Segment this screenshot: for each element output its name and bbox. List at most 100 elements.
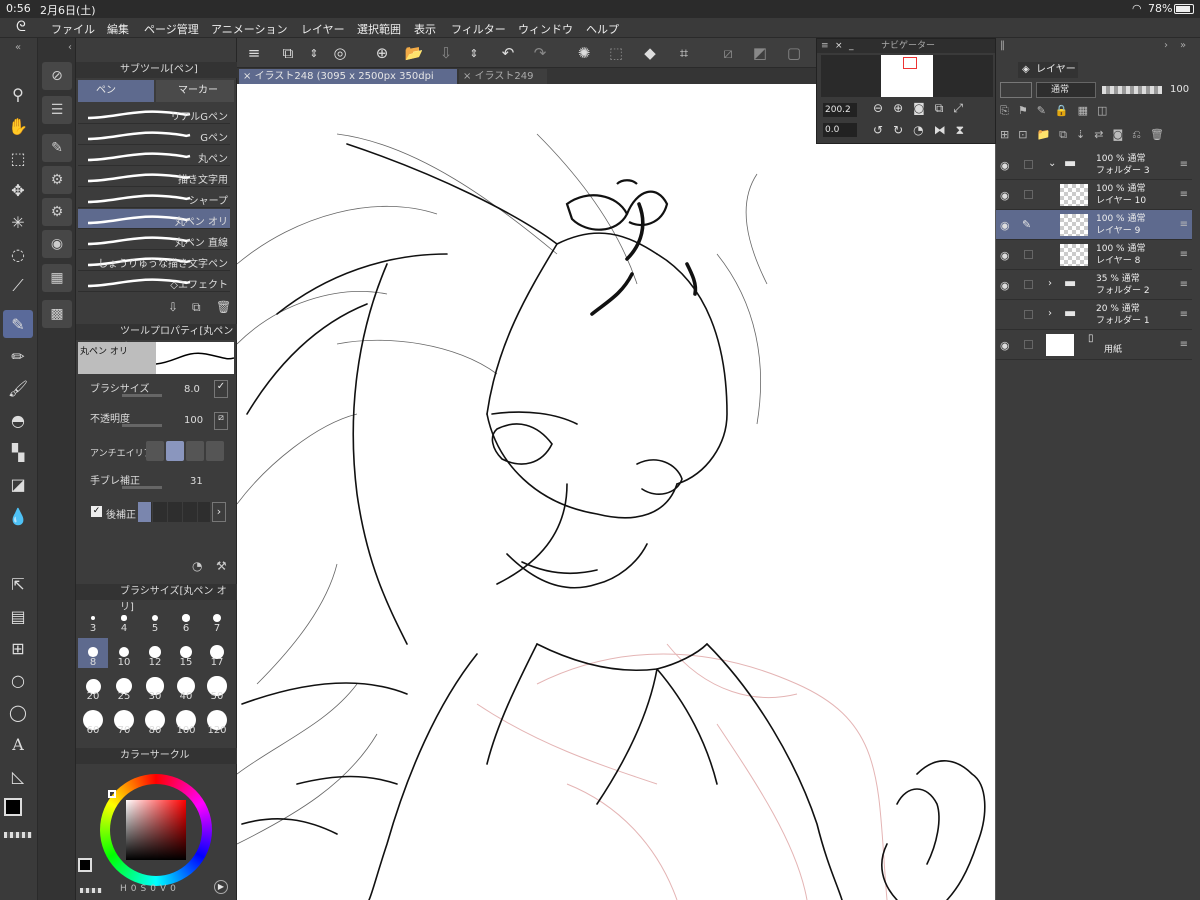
- drawing-canvas[interactable]: [237, 84, 995, 900]
- app-logo-icon[interactable]: ᘓ: [16, 19, 26, 35]
- layer-row[interactable]: › ▬ 20 % 通常 フォルダー 1 ≡: [996, 300, 1192, 330]
- eye-icon[interactable]: ◉: [1000, 279, 1010, 292]
- layer-row[interactable]: ◉ ⌄ ▬ 100 % 通常 フォルダー 3 ≡: [996, 150, 1192, 180]
- rotate-reset-icon[interactable]: ◔: [913, 123, 923, 138]
- layer-menu-icon[interactable]: ≡: [1180, 189, 1188, 200]
- trash-icon[interactable]: 🗑: [216, 300, 231, 314]
- brush-size-option[interactable]: 30: [140, 672, 170, 702]
- eye-icon[interactable]: ◉: [1000, 159, 1010, 172]
- navigator-grip-icon[interactable]: ≡: [821, 39, 829, 53]
- clip-icon[interactable]: ⎘: [1000, 104, 1009, 122]
- undo-icon[interactable]: ↶: [497, 42, 519, 64]
- menu-file[interactable]: ファイル: [51, 21, 95, 37]
- new-raster-icon[interactable]: ⊞: [1000, 128, 1009, 146]
- frame-tool-icon[interactable]: ⊞: [3, 634, 33, 662]
- brush-size-option[interactable]: 80: [140, 706, 170, 736]
- airbrush-tool-icon[interactable]: ◓: [3, 406, 33, 434]
- updown-icon[interactable]: ⇕: [303, 42, 325, 64]
- reference-icon[interactable]: ⚑: [1018, 104, 1028, 122]
- stabilization-value[interactable]: 31: [190, 476, 203, 487]
- eye-icon[interactable]: ◉: [1000, 249, 1010, 262]
- antialias-weak[interactable]: [166, 441, 184, 461]
- layer-menu-icon[interactable]: ≡: [1180, 249, 1188, 260]
- eye-icon[interactable]: ◉: [1000, 189, 1010, 202]
- import-icon[interactable]: ⇩: [168, 300, 178, 314]
- material-panel-icon[interactable]: ▩: [42, 300, 72, 328]
- redo-icon[interactable]: ↷: [529, 42, 551, 64]
- move-tool-icon[interactable]: ✥: [3, 176, 33, 204]
- brush-size-option[interactable]: 5: [140, 604, 170, 634]
- figure-tool-icon[interactable]: ○: [3, 666, 33, 694]
- layer-menu-icon[interactable]: ≡: [1180, 309, 1188, 320]
- layer-row[interactable]: ◉ 100 % 通常 レイヤー 10 ≡: [996, 180, 1192, 210]
- eraser-tool-icon[interactable]: ◪: [3, 470, 33, 498]
- layer-opacity-value[interactable]: 100: [1170, 84, 1189, 95]
- new-vector-icon[interactable]: ⊡: [1018, 128, 1027, 146]
- brush-size-option[interactable]: 10: [109, 638, 139, 668]
- mask-icon[interactable]: ◫: [1097, 104, 1107, 122]
- eye-icon[interactable]: ◉: [1000, 339, 1010, 352]
- brush-size-option[interactable]: 12: [140, 638, 170, 668]
- lock-alpha-icon[interactable]: ▦: [1078, 104, 1088, 122]
- menu-animation[interactable]: アニメーション: [211, 21, 288, 37]
- color-square[interactable]: [126, 800, 186, 860]
- opacity-slider[interactable]: [1102, 86, 1162, 94]
- layer-mask-icon[interactable]: ◙: [1112, 128, 1123, 146]
- transparent-color-icon[interactable]: [4, 832, 32, 838]
- loading-icon[interactable]: ✺: [573, 42, 595, 64]
- rotate-right-icon[interactable]: ↻: [893, 123, 903, 138]
- new-folder-icon[interactable]: 📁: [1036, 128, 1050, 146]
- new-file-icon[interactable]: ⊕: [371, 42, 393, 64]
- navigator-preview[interactable]: [821, 55, 993, 97]
- new-canvas-icon[interactable]: ⧉: [277, 42, 299, 64]
- layer-menu-icon[interactable]: ≡: [1180, 219, 1188, 230]
- eyedropper-tool-icon[interactable]: ⟋: [3, 272, 33, 300]
- eye-icon[interactable]: ◉: [1000, 219, 1010, 232]
- antialias-strong[interactable]: [206, 441, 224, 461]
- brush-size-value[interactable]: 8.0: [184, 384, 200, 395]
- fill-tool-icon[interactable]: ⇱: [3, 570, 33, 598]
- fit-page-icon[interactable]: ⤢: [953, 101, 963, 116]
- transform-icon[interactable]: ⬚: [605, 42, 627, 64]
- stabilization-slider[interactable]: [122, 486, 162, 489]
- layer-checkbox[interactable]: [1024, 280, 1033, 289]
- opacity-slider[interactable]: [122, 424, 162, 427]
- delete-layer-icon[interactable]: 🗑: [1150, 128, 1164, 146]
- pen-tool-icon[interactable]: ✎: [3, 310, 33, 338]
- brush-size-option[interactable]: 15: [171, 638, 201, 668]
- wrench-icon[interactable]: ⚒: [216, 559, 227, 573]
- menu-help[interactable]: ヘルプ: [586, 21, 619, 37]
- layer-checkbox[interactable]: [1024, 340, 1033, 349]
- brush-size-option[interactable]: 4: [109, 604, 139, 634]
- size-check-icon[interactable]: ✓: [214, 380, 228, 398]
- brush-item[interactable]: しょうりゅうな描き文字ペン: [78, 251, 230, 271]
- antialias-medium[interactable]: [186, 441, 204, 461]
- main-color-swatch[interactable]: [4, 798, 22, 816]
- zoom-in-icon[interactable]: ⊕: [893, 101, 903, 116]
- lasso-tool-icon[interactable]: ◌: [3, 240, 33, 268]
- apply-mask-icon[interactable]: ⎌: [1132, 128, 1141, 146]
- color-main-swatch[interactable]: [78, 858, 92, 872]
- menu-filter[interactable]: フィルター: [451, 21, 506, 37]
- layer-menu-icon[interactable]: ≡: [1180, 339, 1188, 350]
- menu-view[interactable]: 表示: [414, 21, 436, 37]
- hue-handle[interactable]: [108, 790, 116, 798]
- text-tool-icon[interactable]: A: [3, 730, 33, 758]
- save-icon[interactable]: ⇩: [435, 42, 457, 64]
- pen-options-icon[interactable]: ⚙: [42, 198, 72, 226]
- layer-tab[interactable]: ◈ レイヤー: [1018, 62, 1078, 78]
- chevron-right-icon[interactable]: ›: [1048, 278, 1052, 289]
- chevron-down-icon[interactable]: ⌄: [1048, 158, 1056, 169]
- lock-icon[interactable]: 🔒: [1055, 104, 1069, 122]
- blend-tool-icon[interactable]: 💧: [3, 502, 33, 530]
- layer-row[interactable]: ◉ ✎ 100 % 通常 レイヤー 9 ≡: [996, 210, 1192, 240]
- fill-bucket-icon[interactable]: ◆: [639, 42, 661, 64]
- selection-icon[interactable]: ▢: [783, 42, 805, 64]
- transfer-icon[interactable]: ⇄: [1094, 128, 1103, 146]
- brush-size-option[interactable]: 60: [78, 706, 108, 736]
- flip-v-icon[interactable]: ⧗: [956, 123, 964, 138]
- brush-size-option[interactable]: 6: [171, 604, 201, 634]
- palette-icon[interactable]: ◉: [42, 230, 72, 258]
- navigator-close-icon[interactable]: ×: [835, 39, 843, 53]
- antialias-none[interactable]: [146, 441, 164, 461]
